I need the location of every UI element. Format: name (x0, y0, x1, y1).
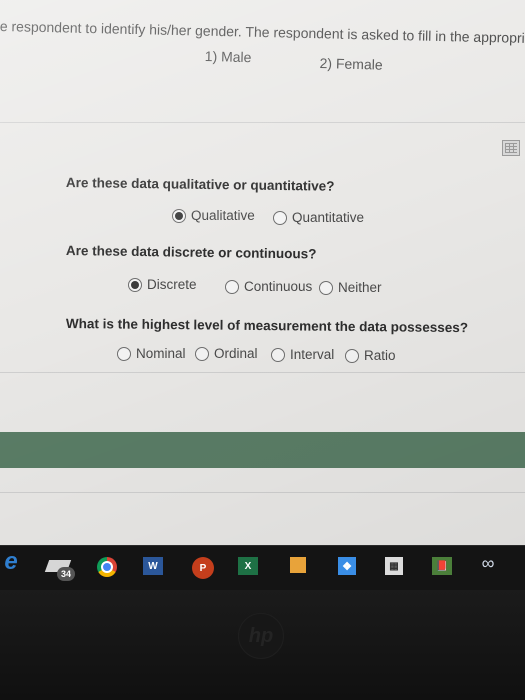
gender-options: 1) Male 2) Female (205, 48, 425, 73)
browser-content: e respondent to identify his/her gender.… (0, 0, 525, 545)
chrome-icon[interactable] (97, 557, 117, 577)
dropbox-icon[interactable]: ❖ (338, 557, 356, 575)
word-icon[interactable]: W (143, 557, 163, 575)
radio-continuous[interactable]: Continuous (225, 279, 312, 294)
radio-button-selected-icon[interactable] (128, 277, 142, 292)
radio-ratio[interactable]: Ratio (345, 348, 396, 363)
radio-label: Discrete (147, 277, 197, 292)
notification-badge: 34 (57, 567, 75, 581)
radio-label: Ratio (364, 348, 396, 363)
radio-interval[interactable]: Interval (271, 347, 334, 362)
footer-bar (0, 432, 525, 468)
radio-label: Nominal (136, 346, 186, 361)
mortarboard-icon[interactable]: 34 (43, 557, 75, 581)
radio-button-icon[interactable] (117, 346, 131, 361)
radio-label: Interval (290, 347, 335, 362)
question-intro-text: e respondent to identify his/her gender.… (0, 18, 525, 46)
file-explorer-icon[interactable] (290, 557, 306, 573)
radio-button-icon[interactable] (195, 346, 209, 361)
divider (0, 372, 525, 373)
divider (0, 122, 525, 123)
radio-neither[interactable]: Neither (319, 280, 382, 295)
taskbar: e 34 W P X ❖ ▦ 📕 ∞ (0, 545, 525, 591)
radio-label: Neither (338, 280, 382, 295)
radio-button-icon[interactable] (319, 280, 333, 295)
grid-icon[interactable] (502, 140, 520, 156)
radio-quantitative[interactable]: Quantitative (273, 210, 364, 225)
radio-qualitative[interactable]: Qualitative (172, 208, 255, 223)
radio-button-icon[interactable] (271, 347, 285, 362)
store-icon[interactable]: ▦ (385, 557, 403, 575)
radio-button-icon[interactable] (273, 210, 287, 225)
excel-icon[interactable]: X (238, 557, 258, 575)
question-qualitative-quantitative: Are these data qualitative or quantitati… (65, 175, 335, 194)
divider (0, 492, 525, 493)
gender-option-male: 1) Male (204, 48, 252, 66)
radio-button-selected-icon[interactable] (172, 208, 186, 223)
radio-label: Qualitative (191, 208, 255, 223)
radio-button-icon[interactable] (225, 279, 239, 294)
library-icon[interactable]: 📕 (432, 557, 452, 575)
hp-logo: hp (238, 613, 284, 659)
radio-discrete[interactable]: Discrete (128, 277, 197, 292)
edge-icon[interactable]: e (2, 548, 20, 575)
radio-ordinal[interactable]: Ordinal (195, 346, 258, 361)
radio-nominal[interactable]: Nominal (117, 346, 186, 361)
radio-label: Ordinal (214, 346, 258, 361)
radio-label: Quantitative (292, 210, 365, 225)
gender-option-female: 2) Female (319, 55, 383, 73)
question-discrete-continuous: Are these data discrete or continuous? (65, 243, 317, 262)
radio-label: Continuous (244, 279, 313, 294)
powerpoint-icon[interactable]: P (192, 557, 214, 579)
infinity-icon[interactable]: ∞ (476, 553, 500, 573)
radio-button-icon[interactable] (345, 348, 359, 363)
question-level-of-measurement: What is the highest level of measurement… (65, 316, 469, 336)
